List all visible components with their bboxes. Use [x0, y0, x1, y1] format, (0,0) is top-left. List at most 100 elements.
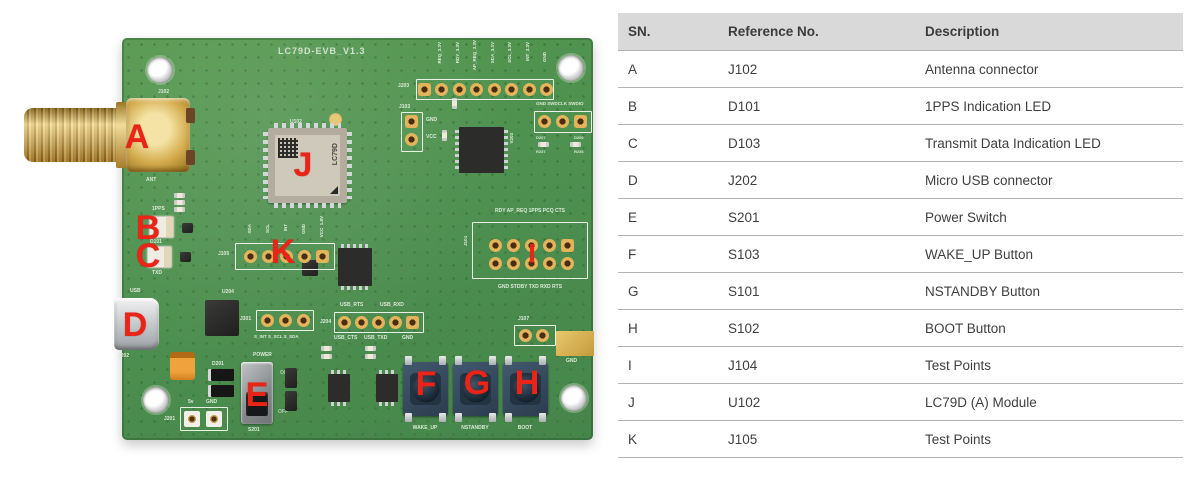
table-row: GS101NSTANDBY Button [618, 273, 1183, 310]
silkscreen-j103: J103 [399, 105, 410, 111]
header-reference: Reference No. [718, 13, 915, 51]
module-pin1-marker [330, 186, 338, 194]
cell-ref: D101 [718, 88, 915, 125]
silkscreen-gnd: GND [426, 118, 437, 124]
j203-pin [435, 83, 448, 96]
cell-ref: S101 [718, 273, 915, 310]
cell-ref: S103 [718, 236, 915, 273]
button-pin [455, 413, 462, 422]
transistor [285, 391, 297, 411]
j104-pin [543, 239, 556, 252]
silkscreen-d207: D207 [536, 136, 546, 140]
silkscreen-ant: ANT [146, 178, 156, 184]
cell-ref: J104 [718, 347, 915, 384]
module-pins [347, 132, 352, 199]
j103-pin [405, 133, 418, 146]
cell-desc: WAKE_UP Button [915, 236, 1183, 273]
silkscreen-swd: GND SWDCLK SWDIO [536, 102, 584, 107]
j107-pin [536, 329, 549, 342]
j204-pin [338, 316, 351, 329]
sma-connector-thread [24, 108, 120, 162]
button-pin [439, 413, 446, 422]
cell-sn: C [618, 125, 718, 162]
cell-sn: D [618, 162, 718, 199]
smd-resistor [174, 207, 185, 212]
silkscreen-boot: BOOT [518, 426, 532, 432]
table-row: ES201Power Switch [618, 199, 1183, 236]
table-row: KJ105Test Points [618, 421, 1183, 458]
table-row: BD1011PPS Indication LED [618, 88, 1183, 125]
overlay-label-j: J [294, 148, 313, 182]
cell-desc: Transmit Data Indication LED [915, 125, 1183, 162]
cell-sn: B [618, 88, 718, 125]
module-pins [263, 132, 268, 199]
j203-pin [505, 83, 518, 96]
silkscreen-j105: J105 [218, 252, 229, 258]
silkscreen-nstandby: NSTANDBY [461, 426, 488, 432]
cell-desc: Test Points [915, 421, 1183, 458]
table-header-row: SN. Reference No. Description [618, 13, 1183, 51]
j104-pin [507, 257, 520, 270]
j201-pad [206, 411, 222, 427]
smd-resistor [538, 142, 549, 147]
module-pins [274, 123, 341, 128]
j204-pin [406, 316, 419, 329]
silkscreen-scl: SCL_3.3V [508, 42, 513, 63]
tssop-ic [459, 127, 504, 173]
overlay-label-i: I [528, 241, 536, 268]
j103-pin [405, 115, 418, 128]
module-pins [274, 203, 341, 208]
silkscreen-r236: R236 [574, 150, 584, 154]
table-row: AJ102Antenna connector [618, 51, 1183, 88]
overlay-label-k: K [271, 235, 296, 269]
gnd-pad [556, 331, 594, 356]
j104-pin [561, 239, 574, 252]
silkscreen-j104-top: RDY AP_REQ 1PPS PCQ CTS [495, 209, 565, 215]
silkscreen-j301-bottom: S_INT S_SCL S_SDA [254, 335, 299, 340]
j204-pin [355, 316, 368, 329]
overlay-label-h: H [515, 366, 540, 400]
cell-desc: Antenna connector [915, 51, 1183, 88]
cell-ref: S201 [718, 199, 915, 236]
button-pin [489, 356, 496, 365]
silkscreen-j301: J301 [240, 317, 251, 323]
smd-capacitor [365, 354, 376, 359]
silkscreen-j202: J202 [118, 354, 129, 360]
sma-pin [186, 150, 195, 165]
overlay-label-d: D [123, 308, 148, 342]
silkscreen-wake-up: WAKE_UP [413, 426, 438, 432]
silkscreen-gnd: GND [206, 400, 217, 406]
silkscreen-r237: R237 [536, 150, 546, 154]
silkscreen-j104: J104 [464, 236, 469, 246]
silkscreen-usb-rxd: USB_RXD [380, 303, 404, 309]
j203-pin [523, 83, 536, 96]
button-pin [405, 356, 412, 365]
cell-desc: 1PPS Indication LED [915, 88, 1183, 125]
cell-sn: I [618, 347, 718, 384]
j105-pin [244, 250, 257, 263]
screenshot-root: LC79D-EVB_V1.3 J102 ANT 1PPS D101 TXD US… [0, 0, 1200, 479]
silkscreen-sda: SDA [248, 224, 253, 234]
cell-desc: Power Switch [915, 199, 1183, 236]
cell-desc: Micro USB connector [915, 162, 1183, 199]
silkscreen-d201: D201 [212, 362, 224, 368]
table-row: IJ104Test Points [618, 347, 1183, 384]
button-pin [505, 356, 512, 365]
swd-pin [574, 115, 587, 128]
silkscreen-j102: J102 [158, 90, 169, 96]
button-pin [405, 413, 412, 422]
j104-pin [507, 239, 520, 252]
smd-capacitor [321, 346, 332, 351]
button-pin [539, 413, 546, 422]
diode [208, 385, 234, 397]
silkscreen-j203: J203 [398, 84, 409, 90]
silkscreen-j204: J204 [320, 320, 331, 326]
silkscreen-usb-rts: USB_RTS [340, 303, 363, 309]
smd-capacitor [365, 346, 376, 351]
silkscreen-int: INT_3.3V [526, 42, 531, 61]
silkscreen-vcc: VCC [426, 135, 437, 141]
j203-pin [488, 83, 501, 96]
swd-pin [556, 115, 569, 128]
cell-desc: BOOT Button [915, 310, 1183, 347]
header-sn: SN. [618, 13, 718, 51]
